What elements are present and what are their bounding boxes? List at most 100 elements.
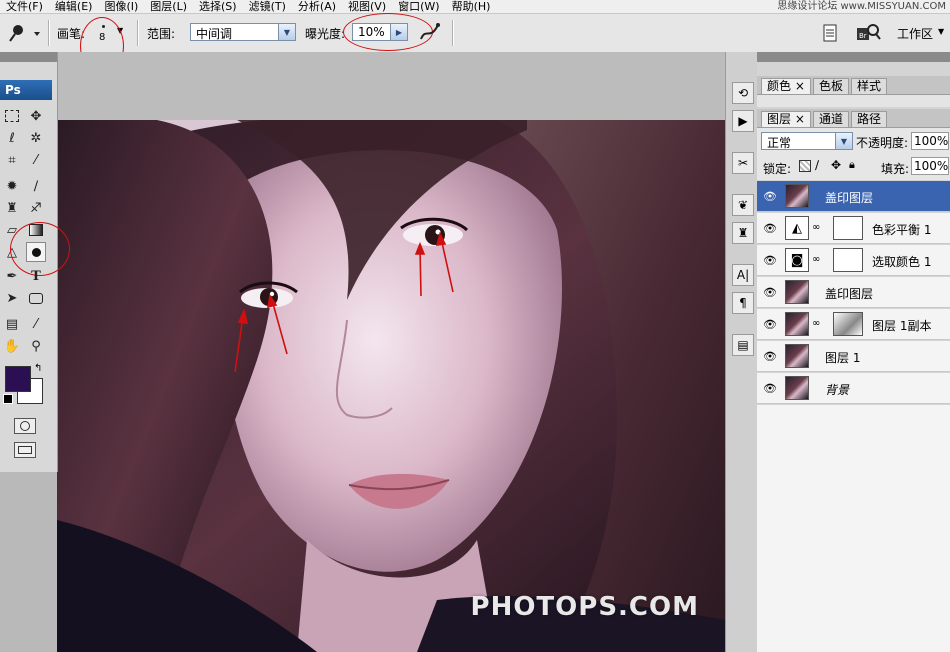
blend-mode-select[interactable]: 正常 ▼ <box>761 132 853 150</box>
layer-mask-thumbnail[interactable] <box>833 248 863 272</box>
layer-row[interactable]: 👁︎ ◙ ∞ 选取颜色 1 <box>757 245 950 276</box>
palette-well-button[interactable] <box>820 23 840 43</box>
layer-row[interactable]: 👁︎ 盖印图层 <box>757 277 950 308</box>
tab-styles[interactable]: 样式 <box>851 78 888 94</box>
eye-icon[interactable]: 👁︎ <box>763 318 777 331</box>
layer-thumbnail <box>785 312 809 336</box>
healing-brush-tool[interactable]: ✹ <box>2 176 22 196</box>
hand-tool[interactable]: ✋ <box>2 336 22 356</box>
quick-mask-button[interactable] <box>14 418 36 434</box>
opacity-input[interactable]: 100% <box>911 132 949 150</box>
foreground-color-swatch[interactable] <box>5 366 31 392</box>
history-brush-tool[interactable]: ♐ <box>26 198 46 218</box>
eye-icon[interactable]: 👁︎ <box>763 382 777 395</box>
notes-tool[interactable]: ▤ <box>2 314 22 334</box>
eyedropper-tool[interactable]: ⁄ <box>26 150 46 170</box>
layer-thumbnail <box>785 184 809 208</box>
layer-row[interactable]: 👁︎ 图层 1 <box>757 341 950 372</box>
tool-presets-button[interactable]: ✂ <box>732 152 754 174</box>
color-sampler-tool[interactable]: ⁄ <box>26 314 46 334</box>
swap-colors-icon[interactable]: ↰ <box>34 363 42 374</box>
lock-position-icon[interactable]: ✥ <box>831 158 841 172</box>
menu-image[interactable]: 图像(I) <box>98 0 144 13</box>
quick-mask-icon <box>20 421 30 431</box>
menu-view[interactable]: 视图(V) <box>342 0 392 13</box>
layer-name: 图层 1副本 <box>872 319 932 333</box>
panels-dock: 颜色 × 色板 样式 图层 × 通道 路径 正常 ▼ 不透明度: 100% 锁定… <box>757 52 950 652</box>
menu-analysis[interactable]: 分析(A) <box>292 0 342 13</box>
menu-help[interactable]: 帮助(H) <box>446 0 497 13</box>
layer-row[interactable]: 👁︎ ∞ 图层 1副本 <box>757 309 950 340</box>
type-tool[interactable]: T <box>26 266 46 286</box>
move-tool[interactable]: ✥ <box>26 106 46 126</box>
tab-swatches[interactable]: 色板 <box>813 78 850 94</box>
workspace-menu[interactable]: 工作区 <box>897 25 933 42</box>
rounded-rect-icon <box>29 292 43 304</box>
tab-channels[interactable]: 通道 <box>813 111 850 127</box>
lock-pixels-icon[interactable]: ∕ <box>815 158 819 172</box>
blend-mode-value: 正常 <box>767 136 792 150</box>
eye-icon[interactable]: 👁︎ <box>763 190 777 203</box>
magic-wand-icon: ✲ <box>30 130 42 146</box>
link-icon: ∞ <box>812 318 821 329</box>
bridge-button[interactable]: Br <box>855 22 881 44</box>
lock-all-icon[interactable]: 🔒︎ <box>849 158 855 172</box>
menu-file[interactable]: 文件(F) <box>0 0 49 13</box>
menu-edit[interactable]: 编辑(E) <box>49 0 99 13</box>
layer-row[interactable]: 👁︎ 盖印图层 <box>757 181 950 212</box>
layer-row[interactable]: 👁︎ 背景 <box>757 373 950 404</box>
opacity-label: 不透明度: <box>856 136 909 150</box>
pen-tool[interactable]: ✒ <box>2 266 22 286</box>
toolbox: Ps ✥ ℓ ✲ ⌗ ⁄ ✹ ∕ ♜ ♐ ▱ △ ✒ T ➤ ▤ ⁄ ✋ ⚲ ↰ <box>0 52 70 472</box>
shape-tool[interactable] <box>26 288 46 308</box>
layer-comps-icon: ▤ <box>737 338 749 352</box>
tab-paths[interactable]: 路径 <box>851 111 888 127</box>
fill-input[interactable]: 100% <box>911 157 949 175</box>
brush-tool[interactable]: ∕ <box>26 176 46 196</box>
layer-mask-thumbnail[interactable] <box>833 312 863 336</box>
lock-transparent-icon[interactable] <box>799 160 811 172</box>
clone-source-button[interactable]: ♜ <box>732 222 754 244</box>
menu-window[interactable]: 窗口(W) <box>392 0 445 13</box>
eyedropper-icon: ⁄ <box>34 316 38 332</box>
tool-preset-picker[interactable] <box>6 22 40 44</box>
lock-label: 锁定: <box>763 162 792 176</box>
actions-panel-button[interactable]: ▶ <box>732 110 754 132</box>
menu-layer[interactable]: 图层(L) <box>144 0 193 13</box>
document-canvas[interactable]: PHOTOPS.COM <box>57 120 725 652</box>
default-colors-icon[interactable] <box>3 394 13 404</box>
eye-icon[interactable]: 👁︎ <box>763 254 777 267</box>
eye-icon[interactable]: 👁︎ <box>763 222 777 235</box>
arrow-icon: ➤ <box>6 290 18 306</box>
magic-wand-tool[interactable]: ✲ <box>26 128 46 148</box>
lasso-tool[interactable]: ℓ <box>2 128 22 148</box>
layer-mask-thumbnail[interactable] <box>833 216 863 240</box>
history-panel-button[interactable]: ⟲ <box>732 82 754 104</box>
eye-icon[interactable]: 👁︎ <box>763 286 777 299</box>
layer-comps-button[interactable]: ▤ <box>732 334 754 356</box>
path-selection-tool[interactable]: ➤ <box>2 288 22 308</box>
character-panel-button[interactable]: A| <box>732 264 754 286</box>
layer-name: 选取颜色 1 <box>872 255 932 269</box>
paragraph-panel-button[interactable]: ¶ <box>732 292 754 314</box>
clone-source-icon: ♜ <box>737 226 749 240</box>
eye-icon[interactable]: 👁︎ <box>763 350 777 363</box>
menu-select[interactable]: 选择(S) <box>193 0 243 13</box>
tab-layers[interactable]: 图层 × <box>761 111 811 127</box>
menu-filter[interactable]: 滤镜(T) <box>243 0 292 13</box>
layer-row[interactable]: 👁︎ ◭ ∞ 色彩平衡 1 <box>757 213 950 244</box>
tab-color[interactable]: 颜色 × <box>761 78 811 94</box>
toolbox-header[interactable] <box>0 52 57 62</box>
note-icon: ▤ <box>5 316 19 332</box>
brushes-panel-button[interactable]: ❦ <box>732 194 754 216</box>
marquee-tool[interactable] <box>2 106 22 126</box>
screen-mode-button[interactable] <box>14 442 36 458</box>
link-icon: ∞ <box>812 222 821 233</box>
zoom-tool[interactable]: ⚲ <box>26 336 46 356</box>
crop-tool[interactable]: ⌗ <box>2 150 22 170</box>
pen-icon: ✒ <box>6 268 18 284</box>
airbrush-toggle[interactable] <box>418 21 442 43</box>
dock-header[interactable] <box>757 52 950 62</box>
range-select[interactable]: 中间调 ▼ <box>190 23 296 41</box>
clone-stamp-tool[interactable]: ♜ <box>2 198 22 218</box>
